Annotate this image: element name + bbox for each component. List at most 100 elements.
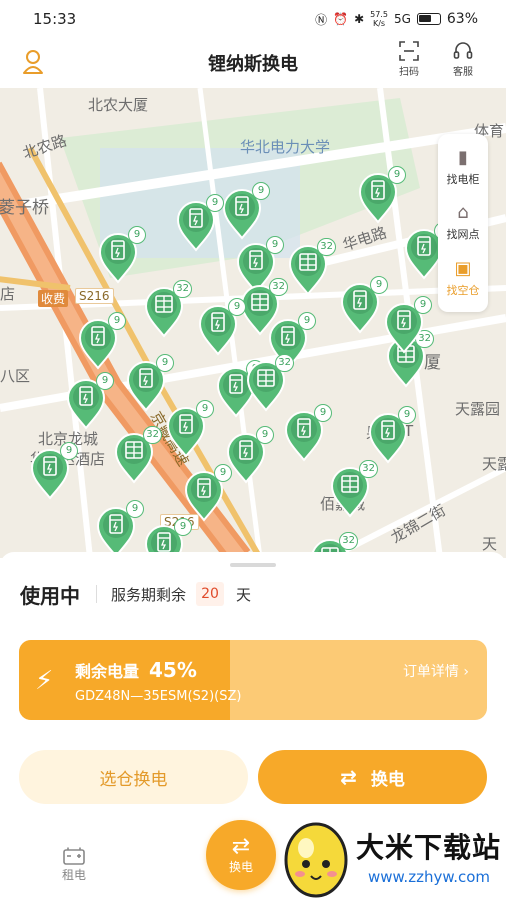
station-pin[interactable]: 32: [246, 354, 294, 412]
map-label-dian: 店: [0, 285, 16, 303]
station-pin[interactable]: 9: [222, 182, 270, 240]
station-pin[interactable]: 9: [198, 298, 246, 356]
station-pin[interactable]: 32: [144, 280, 192, 338]
station-pin[interactable]: 9: [166, 400, 214, 458]
station-pin[interactable]: 9: [384, 296, 432, 354]
find-cabinet-label: 找电柜: [446, 173, 480, 187]
find-cabinet-button[interactable]: ▮ 找电柜: [447, 148, 480, 187]
station-pin-count: 32: [143, 426, 162, 444]
station-pin[interactable]: 32: [330, 460, 378, 518]
station-pin-count: 32: [339, 532, 358, 550]
swap-battery-button[interactable]: ⇄ 换电: [258, 750, 487, 804]
nfc-icon: Ⓝ: [315, 12, 328, 27]
alarm-icon: ⏰: [333, 12, 349, 26]
station-pin[interactable]: 9: [78, 312, 126, 370]
bluetooth-icon: ✱: [354, 12, 365, 26]
service-label: 客服: [453, 67, 473, 78]
station-pin-count: 9: [298, 312, 316, 330]
station-pin-count: 9: [96, 372, 114, 390]
station-pin[interactable]: 9: [176, 194, 224, 252]
station-pin[interactable]: 9: [284, 404, 332, 462]
station-pin[interactable]: 9: [126, 354, 174, 412]
mascot-logo: [284, 822, 348, 898]
user-profile-button[interactable]: [21, 46, 45, 76]
station-pin-count: 9: [370, 276, 388, 294]
station-pin-count: 9: [388, 166, 406, 184]
status-bar: 15:33 Ⓝ ⏰ ✱ 57.5 K/s 5G 63%: [0, 0, 506, 38]
map-tag-toll: 收费: [38, 290, 69, 307]
page-title: 锂纳斯换电: [208, 54, 298, 75]
station-pin-count: 32: [173, 280, 192, 298]
station-map[interactable]: 北农大厦 北农路 华北电力大学 华电路 菱子桥 收费 S216 店 八区 北京龙…: [0, 88, 506, 558]
swap-tab-icon: ⇄: [231, 833, 251, 859]
station-pin-count: 9: [252, 182, 270, 200]
network-speed: 57.5 K/s: [370, 10, 388, 28]
watermark: 大米下载站 www.zzhyw.com: [276, 812, 506, 900]
customer-service-button[interactable]: 客服: [452, 40, 474, 78]
find-empty-label: 找空仓: [446, 283, 480, 297]
rental-status-row: 使用中 服务期剩余 20 天: [20, 582, 251, 608]
station-pin[interactable]: 9: [340, 276, 388, 334]
map-label-beinong: 北农大厦: [88, 96, 149, 114]
station-pin-count: 9: [128, 226, 146, 244]
station-pin-count: 9: [228, 298, 246, 316]
rental-status: 使用中: [20, 583, 80, 608]
station-pin-count: 9: [60, 442, 78, 460]
network-speed-value: 57.5: [370, 10, 388, 19]
station-pin[interactable]: 9: [358, 166, 406, 224]
headset-icon: [453, 42, 473, 59]
station-pin[interactable]: 9: [98, 226, 146, 284]
status-divider: [96, 585, 97, 603]
station-pin[interactable]: 9: [66, 372, 114, 430]
sheet-drag-handle[interactable]: [230, 563, 276, 567]
watermark-url: www.zzhyw.com: [368, 868, 491, 886]
tab-swap[interactable]: ⇄ 换电: [206, 820, 276, 890]
station-pin[interactable]: 32: [114, 426, 162, 484]
map-label-tian: 天: [482, 535, 498, 553]
select-slot-swap-button[interactable]: 选仓换电: [19, 750, 248, 804]
station-pin-count: 32: [317, 238, 336, 256]
station-pin-count: 32: [359, 460, 378, 478]
lightning-icon: ⚡: [35, 666, 54, 696]
swap-arrows-icon: ⇄: [340, 765, 357, 789]
station-pin-count: 9: [126, 500, 144, 518]
map-tag-s216-a: S216: [75, 288, 114, 304]
cabinet-icon: ▮: [458, 147, 468, 169]
station-pin[interactable]: 9: [184, 464, 232, 522]
battery-remaining-label: 剩余电量: [75, 662, 140, 681]
network-speed-unit: K/s: [372, 19, 386, 28]
find-outlet-label: 找网点: [446, 228, 480, 242]
station-pin[interactable]: 9: [30, 442, 78, 500]
station-pin-count: 9: [314, 404, 332, 422]
map-label-tianlu-2: 天露: [482, 455, 506, 473]
order-details-link[interactable]: 订单详情 ›: [403, 661, 469, 681]
battery-card: ⚡ 剩余电量 45% GDZ48N—35ESM(S2)(SZ) 订单详情 ›: [19, 640, 487, 720]
station-pin-count: 9: [156, 354, 174, 372]
map-label-ba-qu: 八区: [0, 367, 31, 385]
battery-percent: 63%: [446, 11, 478, 27]
signal-icon: 5G: [393, 12, 411, 26]
station-pin-count: 9: [256, 426, 274, 444]
station-pin[interactable]: 9: [226, 426, 274, 484]
station-pin-count: 9: [196, 400, 214, 418]
station-pin[interactable]: 9: [96, 500, 144, 558]
station-pin[interactable]: 9: [368, 406, 416, 464]
status-time: 15:33: [33, 10, 77, 28]
status-icons: Ⓝ ⏰ ✱ 57.5 K/s 5G 63%: [315, 10, 478, 28]
map-label-ncepu: 华北电力大学: [240, 138, 331, 156]
station-pin-count: 9: [398, 406, 416, 424]
station-pin-count: 32: [275, 354, 294, 372]
battery-remaining: 剩余电量 45%: [75, 658, 197, 682]
station-pin[interactable]: 32: [288, 238, 336, 296]
scan-button[interactable]: 扫码: [398, 40, 420, 78]
find-empty-button[interactable]: ▣ 找空仓: [446, 257, 480, 298]
station-pin-count: 9: [214, 464, 232, 482]
swap-battery-label: 换电: [370, 769, 405, 790]
battery-percent-value: 45%: [149, 658, 197, 682]
empty-slot-icon: ▣: [454, 257, 472, 279]
find-outlet-button[interactable]: ⌂ 找网点: [447, 203, 480, 242]
station-pin-count: 9: [108, 312, 126, 330]
tab-rent[interactable]: 租电: [62, 846, 86, 883]
station-pin-count: 32: [269, 278, 288, 296]
service-remaining-label: 服务期剩余: [111, 585, 187, 604]
